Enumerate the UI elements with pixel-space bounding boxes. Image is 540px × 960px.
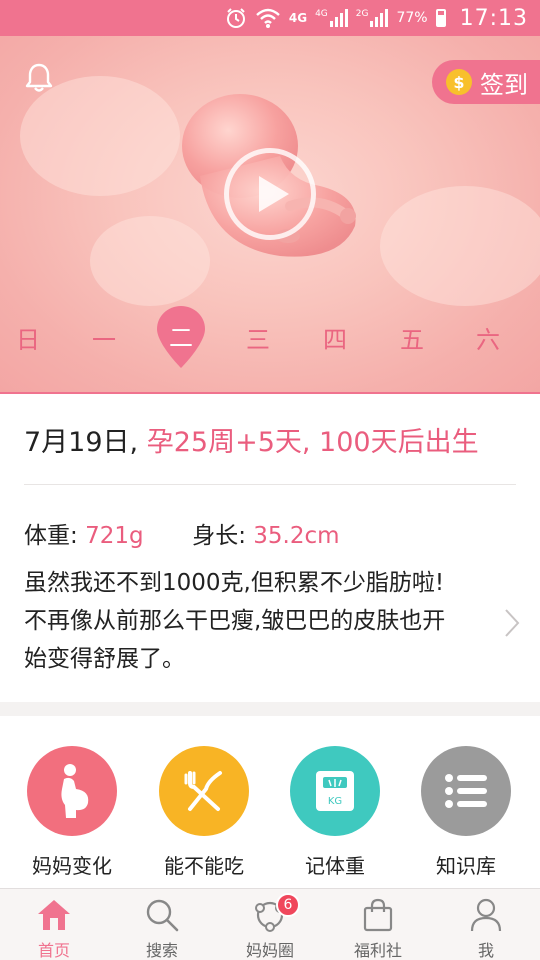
bell-icon[interactable] <box>24 62 54 94</box>
tab-label: 首页 <box>37 941 70 960</box>
shortcut-grid: 妈妈变化 能不能吃 KG 记体重 知识库 <box>0 716 540 888</box>
status-bar: 4G 4G 2G 77% 17:13 <box>0 0 540 36</box>
weekday-tue-selected[interactable]: 二 <box>157 306 205 368</box>
shortcut-mom-changes[interactable]: 妈妈变化 <box>12 746 132 879</box>
tab-label: 搜索 <box>145 941 178 960</box>
play-icon <box>259 176 289 212</box>
tab-label: 妈妈圈 <box>245 941 294 960</box>
clock: 17:13 <box>459 5 528 31</box>
coin-icon: $ <box>446 69 472 95</box>
signal-icon: 4G <box>315 9 348 27</box>
battery-icon <box>435 9 446 27</box>
network-label: 4G <box>288 11 308 25</box>
fetus-description: 虽然我还不到1000克,但积累不少脂肪啦!不再像从前那么干巴瘦,皱巴巴的皮肤也开… <box>24 570 446 672</box>
battery-percent: 77% <box>396 10 428 26</box>
date-line: 7月19日, 孕25周+5天, 100天后出生 <box>24 420 479 459</box>
search-icon <box>146 899 179 932</box>
weekday-sat[interactable]: 六 <box>468 320 508 355</box>
shortcut-label: 妈妈变化 <box>32 854 112 878</box>
chevron-right-icon[interactable] <box>504 608 520 638</box>
tab-welfare[interactable]: 福利社 <box>338 897 418 960</box>
play-video-button[interactable] <box>224 148 316 240</box>
shortcut-label: 知识库 <box>436 854 496 878</box>
weekday-fri[interactable]: 五 <box>392 320 432 355</box>
shortcut-label: 能不能吃 <box>164 854 244 878</box>
tab-mom-circle[interactable]: 6 妈妈圈 <box>230 893 310 960</box>
weekday-sun[interactable]: 日 <box>8 320 48 355</box>
weekday-tue-label: 二 <box>169 324 193 352</box>
fetus-hero: $ 签到 日 一 二 三 四 五 六 <box>0 36 540 392</box>
scale-icon: KG <box>290 746 380 836</box>
bottom-tab-bar: 首页 搜索 6 妈妈圈 福利社 我 <box>0 888 540 960</box>
pregnancy-progress: 孕25周+5天, 100天后出生 <box>146 427 479 458</box>
tab-me[interactable]: 我 <box>446 897 526 960</box>
shortcut-record-weight[interactable]: KG 记体重 <box>275 746 395 879</box>
length-label: 身长: <box>192 523 246 549</box>
signin-label: 签到 <box>480 70 528 99</box>
fetus-info-card[interactable]: 7月19日, 孕25周+5天, 100天后出生 体重: 721g 身长: 35.… <box>0 392 540 702</box>
weekday-mon[interactable]: 一 <box>84 320 124 355</box>
weekday-thu[interactable]: 四 <box>315 320 355 355</box>
tab-label: 福利社 <box>353 941 402 960</box>
list-icon <box>421 746 511 836</box>
tab-label: 我 <box>477 941 494 960</box>
shortcut-knowledge[interactable]: 知识库 <box>406 746 526 879</box>
fetus-stats: 体重: 721g 身长: 35.2cm <box>24 516 340 550</box>
notification-badge: 6 <box>276 893 300 917</box>
alarm-icon <box>226 8 245 28</box>
weight-label: 体重: <box>24 523 78 549</box>
date-text: 7月19日, <box>24 427 139 458</box>
shortcut-can-eat[interactable]: 能不能吃 <box>144 746 264 879</box>
signin-button[interactable]: $ 签到 <box>432 60 540 104</box>
wifi-icon <box>256 8 280 28</box>
shortcut-label: 记体重 <box>305 854 365 878</box>
divider <box>24 484 516 485</box>
tab-search[interactable]: 搜索 <box>122 897 202 960</box>
fork-knife-icon <box>159 746 249 836</box>
weight-value: 721g <box>85 523 144 549</box>
bag-icon <box>363 898 393 932</box>
pregnant-woman-icon <box>27 746 117 836</box>
signal-icon: 2G <box>356 9 389 27</box>
weekday-wed[interactable]: 三 <box>238 320 278 355</box>
svg-text:KG: KG <box>328 796 342 807</box>
user-icon <box>470 898 502 932</box>
tab-home[interactable]: 首页 <box>14 897 94 960</box>
weekday-selector: 日 一 二 三 四 五 六 <box>0 306 540 376</box>
home-icon <box>38 900 70 930</box>
length-value: 35.2cm <box>253 523 340 549</box>
